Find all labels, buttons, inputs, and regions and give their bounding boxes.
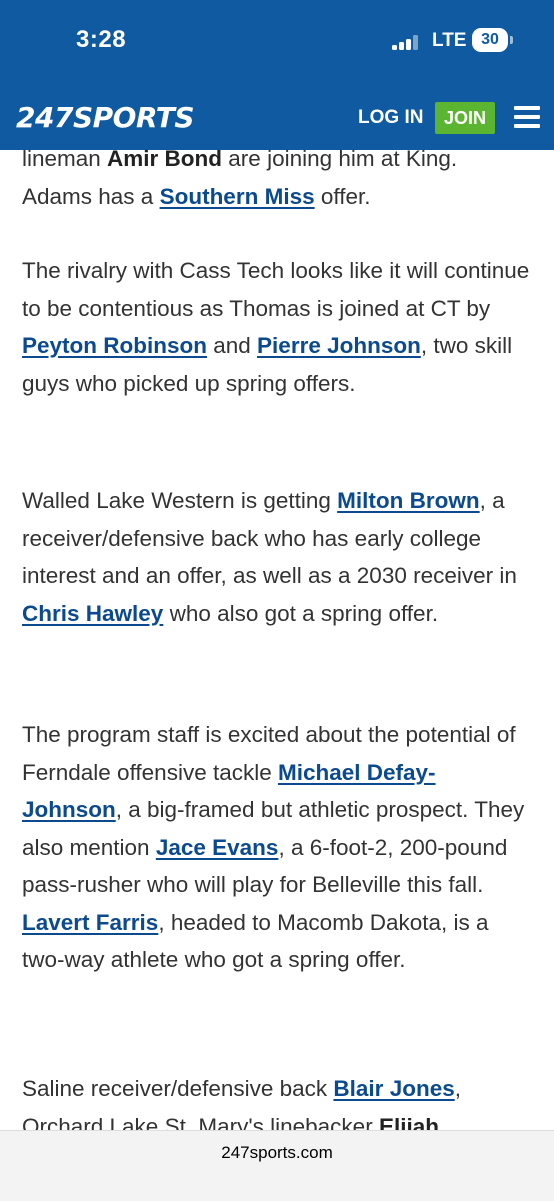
player-link-blair-jones[interactable]: Blair Jones: [333, 1076, 454, 1101]
article-paragraph: Walled Lake Western is getting Milton Br…: [22, 482, 534, 632]
battery-icon: 30: [472, 28, 508, 52]
paragraph-text: offer.: [314, 183, 371, 209]
cellular-signal-icon: [392, 34, 430, 50]
login-button[interactable]: LOG IN: [358, 106, 423, 130]
paragraph-text: The rivalry with Cass Tech looks like it…: [22, 258, 530, 321]
article-paragraph: lineman Amir Bond are joining him at Kin…: [22, 140, 534, 215]
paragraph-text: who also got a spring offer.: [163, 600, 439, 626]
player-link-southern-miss[interactable]: Southern Miss: [160, 184, 315, 209]
paragraph-text: and: [207, 333, 258, 358]
paragraph-text: Walled Lake Western is getting: [22, 488, 338, 513]
article-body: lineman Amir Bond are joining him at Kin…: [0, 0, 554, 1200]
site-logo[interactable]: 247SPORTS: [16, 101, 195, 135]
player-link-pierre-johnson[interactable]: Pierre Johnson: [257, 333, 421, 358]
player-link-lavert-farris[interactable]: Lavert Farris: [22, 910, 158, 935]
player-link-peyton-robinson[interactable]: Peyton Robinson: [22, 333, 207, 358]
browser-url-bar[interactable]: 247sports.com: [0, 1130, 554, 1201]
paragraph-text: Adams has a: [22, 183, 160, 209]
paragraph-text: The program staff is excited about the p…: [22, 722, 516, 785]
join-button[interactable]: JOIN: [435, 102, 495, 134]
article-paragraph: The rivalry with Cass Tech looks like it…: [22, 252, 534, 402]
network-type: LTE: [432, 30, 467, 51]
site-header: 3:28 LTE 30 247SPORTS LOG IN JOIN: [0, 0, 554, 150]
paragraph-text: Saline receiver/defensive back: [22, 1076, 334, 1101]
player-link-milton-brown[interactable]: Milton Brown: [337, 488, 479, 513]
player-link-jace-evans[interactable]: Jace Evans: [156, 835, 279, 860]
status-time: 3:28: [76, 26, 127, 53]
player-link-chris-hawley[interactable]: Chris Hawley: [22, 601, 163, 626]
url-text: 247sports.com: [221, 1143, 333, 1162]
article-paragraph: The program staff is excited about the p…: [22, 716, 534, 979]
hamburger-menu-icon[interactable]: [514, 106, 540, 128]
battery-tip: [510, 36, 513, 44]
